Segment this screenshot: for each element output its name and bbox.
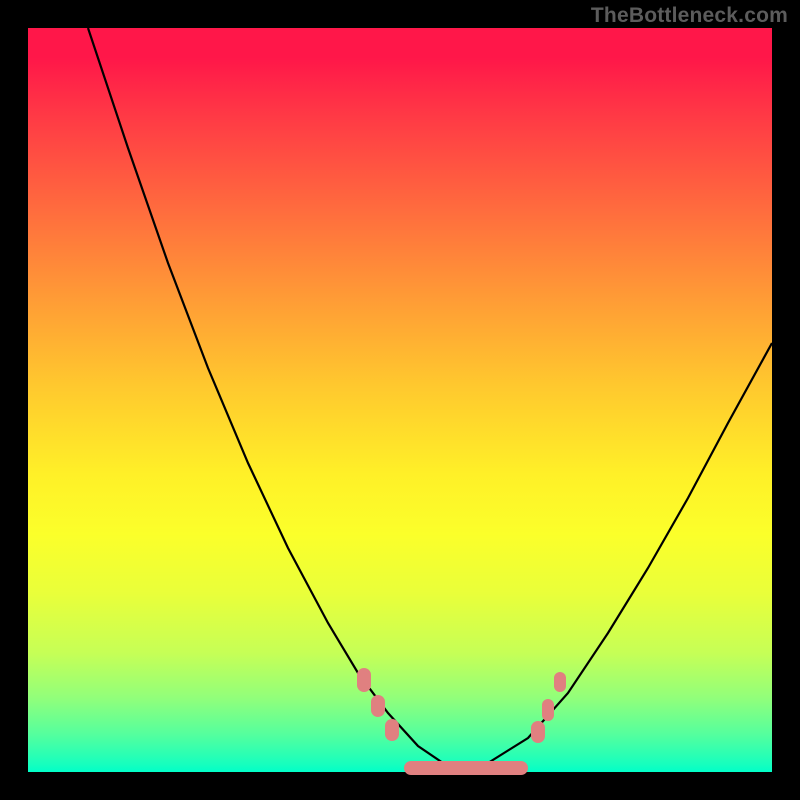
curve-marker — [404, 761, 528, 775]
curve-marker — [531, 721, 545, 743]
chart-frame: TheBottleneck.com — [0, 0, 800, 800]
marker-layer — [28, 28, 772, 772]
curve-marker — [357, 668, 371, 692]
watermark-text: TheBottleneck.com — [591, 4, 788, 28]
curve-marker — [385, 719, 399, 741]
curve-marker — [554, 672, 566, 692]
plot-area — [28, 28, 772, 772]
curve-marker — [542, 699, 554, 721]
curve-marker — [371, 695, 385, 717]
